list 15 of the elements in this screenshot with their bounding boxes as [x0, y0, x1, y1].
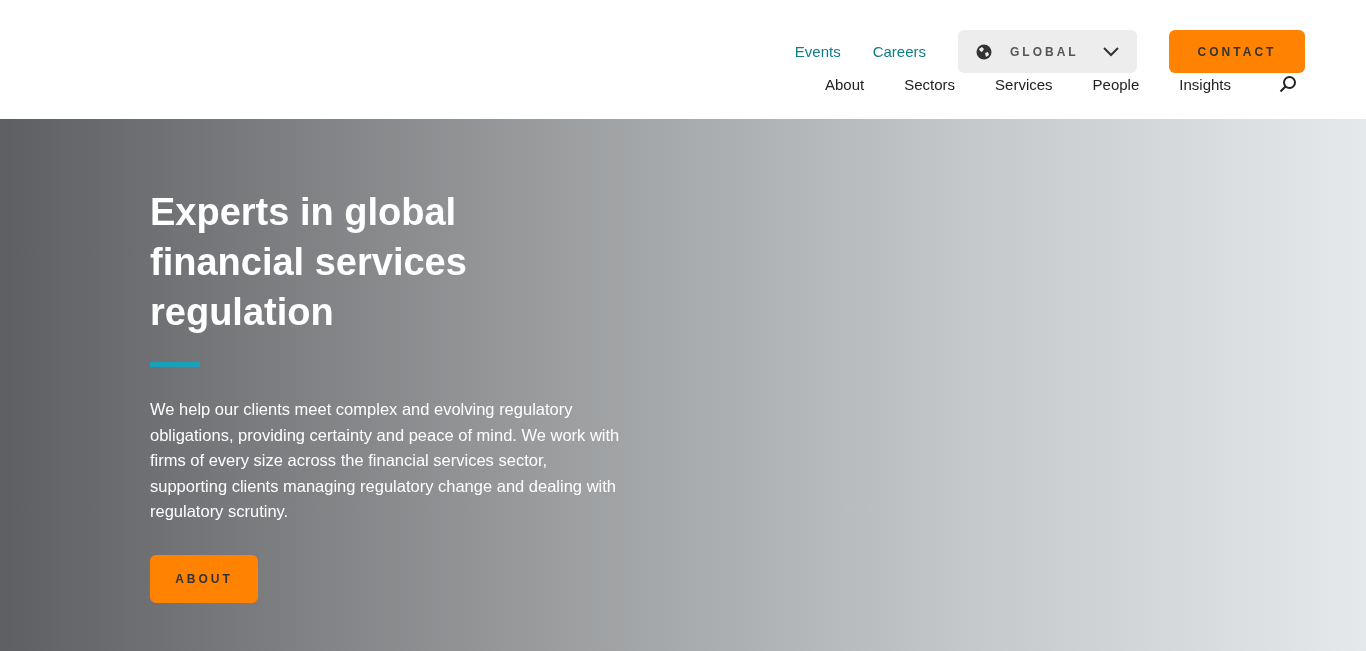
nav-link[interactable]: Sectors	[904, 75, 956, 93]
nav-link[interactable]: Insights	[1179, 75, 1231, 93]
globe-icon	[976, 43, 992, 60]
contact-button[interactable]: CONTACT	[1169, 30, 1305, 73]
region-selector[interactable]: GLOBAL	[958, 30, 1137, 73]
nav-link[interactable]: Services	[995, 75, 1053, 93]
hero-title: Experts in global financial services regulation	[150, 190, 468, 335]
hero-description: We help our clients meet complex and evolving regulatory obligations, providing certainty and peace of mind. We work with firms of every size across the financial services sector, supporting clients managing regulatory change and dealing with regulatory scrutiny.	[150, 399, 620, 523]
nav-link[interactable]: About	[825, 75, 865, 93]
utility-link[interactable]: Events	[794, 43, 841, 60]
chevron-down-icon	[1103, 46, 1119, 57]
utility-link[interactable]: Careers	[872, 43, 926, 60]
nav-link[interactable]: People	[1092, 75, 1140, 93]
search-icon[interactable]	[1279, 75, 1297, 93]
about-button[interactable]: ABOUT	[150, 554, 258, 603]
